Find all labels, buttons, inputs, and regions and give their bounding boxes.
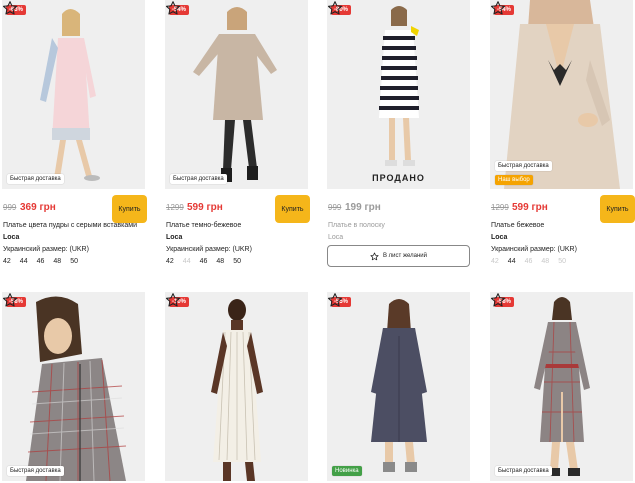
fast-delivery-badge: Быстрая доставка — [495, 161, 552, 171]
size-option-unavailable: 46 — [524, 258, 533, 265]
old-price: 999 — [328, 203, 342, 212]
current-price: 599 грн — [187, 202, 223, 213]
buy-button[interactable]: Купить — [275, 195, 310, 223]
size-label: Украинский размер: (UKR) — [491, 246, 577, 253]
product-brand: Loca — [328, 234, 344, 241]
size-option[interactable]: 48 — [53, 258, 61, 265]
fast-delivery-badge: Быстрая доставка — [7, 174, 64, 184]
old-price: 1299 — [491, 203, 509, 212]
product-photo[interactable]: -54% Быстрая доставка Наш выбор — [490, 0, 633, 189]
size-option-unavailable: 42 — [491, 258, 499, 265]
wishlist-star-icon[interactable] — [2, 0, 18, 16]
wishlist-star-icon[interactable] — [327, 0, 343, 16]
size-option-unavailable: 48 — [541, 258, 550, 265]
product-photo[interactable]: -10% — [165, 292, 308, 481]
size-option[interactable]: 48 — [216, 258, 224, 265]
size-option-unavailable: 44 — [182, 258, 191, 265]
star-outline-icon — [370, 252, 379, 260]
wishlist-star-icon[interactable] — [2, 292, 18, 308]
fast-delivery-badge: Быстрая доставка — [7, 466, 64, 476]
size-option[interactable]: 50 — [233, 258, 241, 265]
fast-delivery-badge: Быстрая доставка — [170, 174, 227, 184]
size-option-unavailable: 50 — [558, 258, 566, 265]
add-to-wishlist-button[interactable]: В лист желаний — [327, 245, 470, 267]
wishlist-star-icon[interactable] — [327, 292, 343, 308]
product-name[interactable]: Платье в полоску — [328, 222, 385, 229]
size-option[interactable]: 46 — [200, 258, 208, 265]
wishlist-label: В лист желаний — [383, 253, 427, 259]
current-price: 599 грн — [512, 202, 548, 213]
size-option[interactable]: 42 — [3, 258, 11, 265]
size-option[interactable]: 50 — [70, 258, 78, 265]
size-option[interactable]: 42 — [166, 258, 174, 265]
product-name[interactable]: Платье бежевое — [491, 222, 544, 229]
wishlist-star-icon[interactable] — [490, 0, 506, 16]
wishlist-star-icon[interactable] — [165, 292, 181, 308]
product-brand: Loca — [166, 234, 183, 241]
our-choice-badge: Наш выбор — [495, 175, 533, 185]
size-list: 42 44 46 48 50 — [166, 258, 241, 265]
size-option[interactable]: 44 — [508, 258, 516, 265]
size-list: 42 44 46 48 50 — [3, 258, 78, 265]
sold-label: ПРОДАНО — [372, 173, 425, 183]
current-price: 199 грн — [345, 202, 381, 213]
old-price: 1299 — [166, 203, 184, 212]
current-price: 369 грн — [20, 202, 56, 213]
product-brand: Loca — [491, 234, 508, 241]
size-list: 42 44 46 48 50 — [491, 258, 566, 265]
buy-button[interactable]: Купить — [112, 195, 147, 223]
new-arrival-badge: Новинка — [332, 466, 362, 476]
buy-button[interactable]: Купить — [600, 195, 635, 223]
product-name[interactable]: Платье темно-бежевое — [166, 222, 241, 229]
wishlist-star-icon[interactable] — [490, 292, 506, 308]
product-photo[interactable]: -63% Быстрая доставка — [2, 0, 145, 189]
wishlist-star-icon[interactable] — [165, 0, 181, 16]
fast-delivery-badge: Быстрая доставка — [495, 466, 552, 476]
size-option[interactable]: 46 — [37, 258, 45, 265]
product-photo[interactable]: -58% Быстрая доставка — [490, 292, 633, 481]
product-name[interactable]: Платье цвета пудры с серыми вставками — [3, 222, 137, 229]
old-price: 999 — [3, 203, 17, 212]
size-option[interactable]: 44 — [20, 258, 28, 265]
product-photo[interactable]: -80% ПРОДАНО — [327, 0, 470, 189]
size-label: Украинский размер: (UKR) — [3, 246, 89, 253]
size-label: Украинский размер: (UKR) — [166, 246, 252, 253]
product-photo[interactable]: -54% Быстрая доставка — [165, 0, 308, 189]
product-photo[interactable]: -55% Новинка — [327, 292, 470, 481]
product-photo[interactable]: -58% Быстрая доставка — [2, 292, 145, 481]
product-brand: Loca — [3, 234, 20, 241]
